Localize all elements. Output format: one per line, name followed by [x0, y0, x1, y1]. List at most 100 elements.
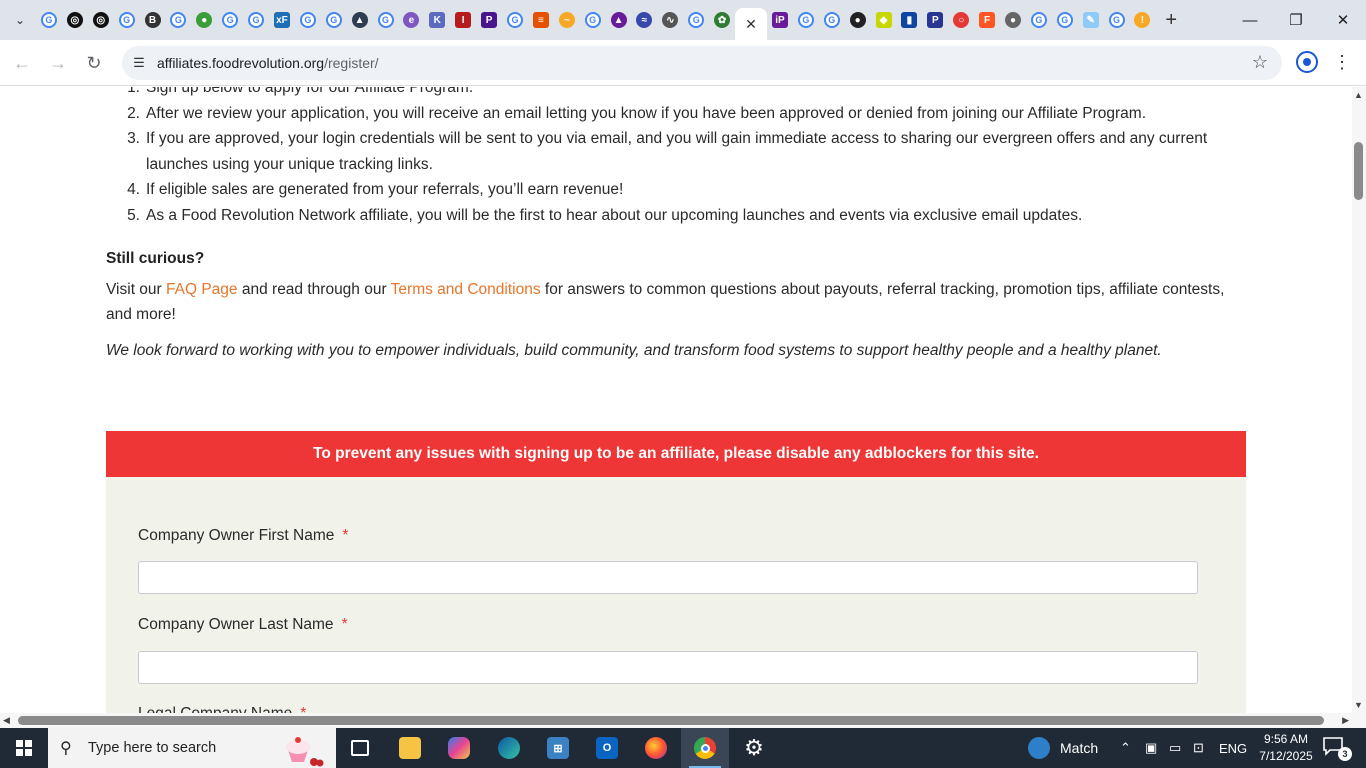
browser-tab[interactable]: ▲	[347, 8, 373, 32]
browser-tab[interactable]: ◎	[62, 8, 88, 32]
browser-tab[interactable]: G	[1104, 8, 1130, 32]
chrome-icon[interactable]	[681, 728, 729, 768]
browser-tab[interactable]: G	[819, 8, 845, 32]
browser-tab[interactable]: ✎	[1078, 8, 1104, 32]
browser-tab[interactable]: ●	[191, 8, 217, 32]
bookmark-star-icon[interactable]: ☆	[1252, 52, 1268, 73]
profile-avatar-icon[interactable]	[1296, 51, 1318, 73]
step-text: If you are approved, your login credenti…	[146, 130, 1208, 173]
browser-tab[interactable]: ▮	[897, 8, 923, 32]
restore-icon[interactable]: ❐	[1273, 0, 1319, 40]
google-icon: G	[325, 12, 342, 28]
browser-tab[interactable]: G	[683, 8, 709, 32]
close-window-icon[interactable]: ✕	[1320, 0, 1366, 40]
back-arrow-icon[interactable]: ←	[10, 51, 34, 75]
clock-date: 7/12/2025	[1259, 749, 1313, 763]
browser-tab[interactable]: ≡	[528, 8, 554, 32]
task-view-icon[interactable]	[336, 728, 384, 768]
horizontal-scrollbar[interactable]: ◀ ▶	[0, 713, 1352, 728]
browser-tab[interactable]: !	[1130, 8, 1156, 32]
microsoft-store-icon[interactable]: ⊞	[534, 728, 582, 768]
start-button[interactable]	[0, 728, 48, 768]
browser-tab[interactable]: xF	[269, 8, 295, 32]
firefox-icon[interactable]	[632, 728, 680, 768]
forward-arrow-icon[interactable]: →	[46, 51, 70, 75]
list-item: 2. After we review your application, you …	[106, 101, 1246, 127]
browser-tab[interactable]: G	[373, 8, 399, 32]
browser-tab[interactable]: B	[140, 8, 166, 32]
url-text[interactable]: affiliates.foodrevolution.org/register/	[157, 55, 379, 71]
step-text: After we review your application, you wi…	[146, 104, 1146, 122]
windows-logo-icon	[16, 740, 32, 756]
first-name-label: Company Owner First Name *	[138, 527, 348, 545]
browser-tab[interactable]: P	[476, 8, 502, 32]
cap-icon: ▲	[610, 12, 627, 28]
site-info-icon[interactable]: ☰	[130, 54, 148, 72]
faq-page-link[interactable]: FAQ Page	[166, 281, 238, 298]
copilot-icon[interactable]	[435, 728, 483, 768]
outlook-icon[interactable]: O	[583, 728, 631, 768]
taskbar-clock[interactable]: 9:56 AM 7/12/2025	[1253, 731, 1319, 765]
browser-tab[interactable]: e	[398, 8, 424, 32]
show-hidden-icons-chevron-icon[interactable]: ⌃	[1120, 728, 1131, 768]
chrome-glyph	[694, 737, 716, 759]
notification-center-icon[interactable]: 3	[1322, 736, 1352, 761]
step-number: 4.	[127, 181, 140, 198]
tab-list: G ◎ ◎ G B G ● G GxF G G ▲ Ge K I P G ≡ ~ G ▲ ≈ ∿ G ✿ ✕ iP G G ● ◆ ▮ P ○ F ●…	[36, 8, 1177, 40]
language-indicator[interactable]: ENG	[1219, 728, 1247, 768]
vertical-scroll-thumb[interactable]	[1354, 142, 1363, 200]
scroll-up-arrow-icon[interactable]: ▲	[1354, 90, 1363, 100]
terms-and-conditions-link[interactable]: Terms and Conditions	[391, 281, 541, 298]
scroll-right-arrow-icon[interactable]: ▶	[1342, 715, 1349, 726]
browser-tab[interactable]: G	[243, 8, 269, 32]
browser-tab[interactable]: ●	[845, 8, 871, 32]
new-tab-plus-icon[interactable]: +	[1165, 8, 1177, 32]
vertical-scrollbar[interactable]: ▲ ▼	[1352, 87, 1366, 713]
browser-tab[interactable]: ●	[1000, 8, 1026, 32]
tab-search-chevron-icon[interactable]: ⌄	[8, 8, 32, 32]
meet-now-icon[interactable]: ▣	[1145, 728, 1157, 768]
battery-icon[interactable]: ▭	[1169, 728, 1181, 768]
browser-tab[interactable]: G	[793, 8, 819, 32]
browser-tab[interactable]: ▲	[606, 8, 632, 32]
network-icon[interactable]: ⊡	[1193, 728, 1204, 768]
browser-menu-icon[interactable]: ⋮	[1333, 51, 1351, 73]
address-bar[interactable]: ☰ affiliates.foodrevolution.org/register…	[122, 46, 1282, 80]
browser-tab[interactable]: K	[424, 8, 450, 32]
weather-widget[interactable]: Match	[1028, 728, 1098, 768]
edge-browser-icon[interactable]	[485, 728, 533, 768]
active-tab[interactable]: ✕	[735, 8, 768, 40]
settings-gear-icon[interactable]: ⚙	[730, 728, 778, 768]
minimize-icon[interactable]: —	[1227, 0, 1273, 40]
browser-tab[interactable]: G	[295, 8, 321, 32]
browser-tab[interactable]: G	[114, 8, 140, 32]
browser-tab[interactable]: I	[450, 8, 476, 32]
browser-tab[interactable]: G	[1052, 8, 1078, 32]
browser-tab[interactable]: ◎	[88, 8, 114, 32]
browser-tab[interactable]: ≈	[631, 8, 657, 32]
browser-tab[interactable]: ✿	[709, 8, 735, 32]
last-name-input[interactable]	[138, 651, 1198, 684]
scroll-left-arrow-icon[interactable]: ◀	[3, 715, 10, 726]
browser-tab[interactable]: ◆	[871, 8, 897, 32]
browser-tab[interactable]: ∿	[657, 8, 683, 32]
browser-tab[interactable]: F	[974, 8, 1000, 32]
reload-icon[interactable]: ↻	[82, 51, 106, 75]
horizontal-scroll-thumb[interactable]	[18, 716, 1324, 725]
file-explorer-icon[interactable]	[386, 728, 434, 768]
browser-tab[interactable]: G	[217, 8, 243, 32]
browser-tab[interactable]: G	[1026, 8, 1052, 32]
taskbar-search-box[interactable]: ⚲ Type here to search	[48, 728, 336, 768]
browser-tab[interactable]: G	[580, 8, 606, 32]
browser-tab[interactable]: ~	[554, 8, 580, 32]
browser-tab[interactable]: ○	[948, 8, 974, 32]
first-name-input[interactable]	[138, 561, 1198, 594]
browser-tab[interactable]: G	[502, 8, 528, 32]
browser-tab[interactable]: G	[165, 8, 191, 32]
browser-tab[interactable]: P	[922, 8, 948, 32]
close-tab-icon[interactable]: ✕	[745, 16, 757, 33]
browser-tab[interactable]: G	[321, 8, 347, 32]
browser-tab[interactable]: G	[36, 8, 62, 32]
browser-tab[interactable]: iP	[767, 8, 793, 32]
scroll-down-arrow-icon[interactable]: ▼	[1354, 700, 1363, 710]
